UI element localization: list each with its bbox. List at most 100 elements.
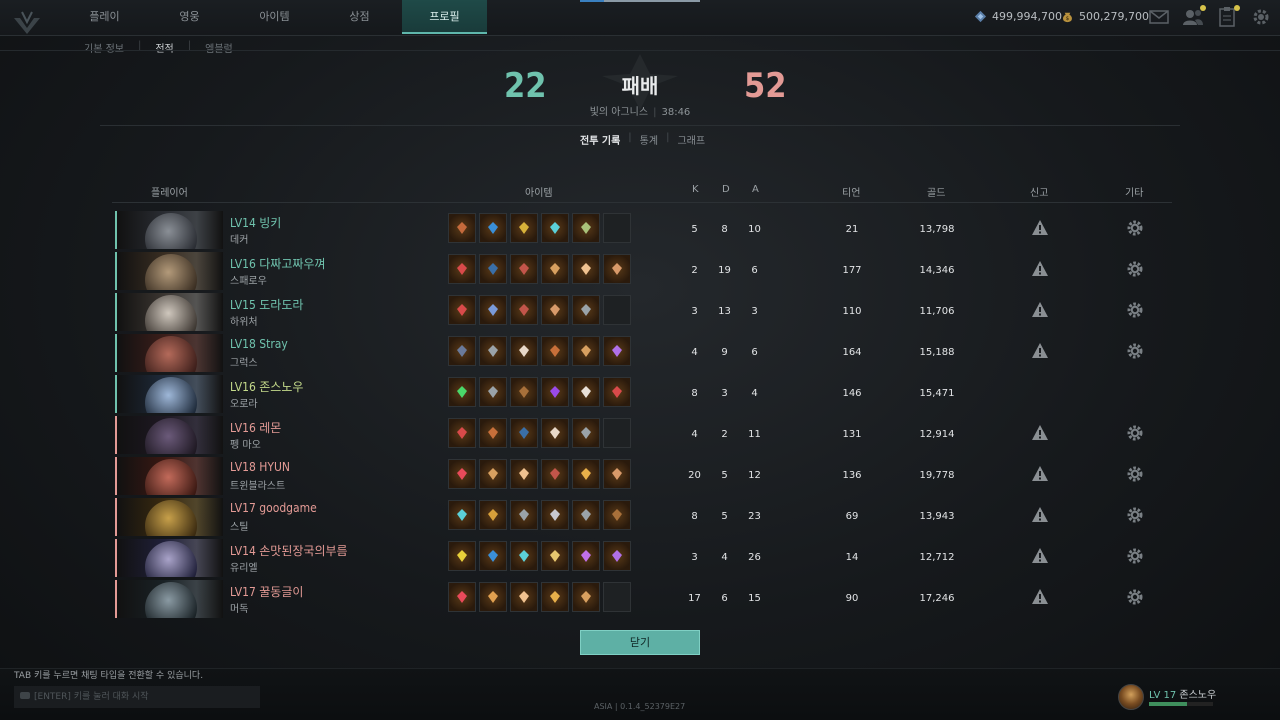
item-feather-icon[interactable] xyxy=(448,213,476,243)
item-egg-icon[interactable] xyxy=(510,459,538,489)
item-blade-icon[interactable] xyxy=(510,541,538,571)
item-wolf-icon[interactable] xyxy=(541,500,569,530)
item-potion-icon[interactable] xyxy=(541,582,569,612)
item-armor-icon[interactable] xyxy=(479,377,507,407)
gear-icon[interactable] xyxy=(1126,301,1144,319)
report-warning-icon[interactable] xyxy=(1031,506,1049,524)
gear-icon[interactable] xyxy=(1126,506,1144,524)
item-golem-icon[interactable] xyxy=(479,500,507,530)
item-claw-icon[interactable] xyxy=(572,213,600,243)
item-crystal-icon[interactable] xyxy=(603,336,631,366)
table-row: LV15 도라도라 하위처 3 13 3 110 11,706 xyxy=(115,293,1175,331)
game-logo-icon[interactable] xyxy=(12,8,42,38)
tab-stats[interactable]: 통계 xyxy=(640,132,658,147)
chat-input[interactable]: [ENTER] 키를 눌러 대화 시작 xyxy=(14,686,260,708)
item-bow-icon[interactable] xyxy=(541,336,569,366)
report-warning-icon[interactable] xyxy=(1031,547,1049,565)
item-ruby-icon[interactable] xyxy=(448,459,476,489)
item-claws-icon[interactable] xyxy=(572,377,600,407)
report-warning-icon[interactable] xyxy=(1031,301,1049,319)
item-staff-icon[interactable] xyxy=(479,582,507,612)
item-idol-icon[interactable] xyxy=(603,500,631,530)
item-orb-icon[interactable] xyxy=(541,377,569,407)
item-ring-icon[interactable] xyxy=(479,213,507,243)
item-spear-icon[interactable] xyxy=(479,254,507,284)
item-shard-icon[interactable] xyxy=(448,254,476,284)
gear-icon[interactable] xyxy=(1126,424,1144,442)
gear-icon[interactable] xyxy=(1126,588,1144,606)
item-arc-icon[interactable] xyxy=(603,377,631,407)
item-scroll-icon[interactable] xyxy=(541,541,569,571)
item-cube-icon[interactable] xyxy=(448,336,476,366)
quests-icon[interactable] xyxy=(1216,5,1240,28)
item-blade-icon[interactable] xyxy=(448,500,476,530)
item-mask-icon[interactable] xyxy=(541,459,569,489)
gear-icon[interactable] xyxy=(1126,465,1144,483)
report-warning-icon[interactable] xyxy=(1031,465,1049,483)
report-warning-icon[interactable] xyxy=(1031,588,1049,606)
mail-icon[interactable] xyxy=(1148,6,1170,28)
tab-heroes[interactable]: 영웅 xyxy=(147,0,232,34)
item-topaz-icon[interactable] xyxy=(448,541,476,571)
item-egg-icon[interactable] xyxy=(572,254,600,284)
item-armor-icon[interactable] xyxy=(572,295,600,325)
item-knife-icon[interactable] xyxy=(603,254,631,284)
item-spear-icon[interactable] xyxy=(510,418,538,448)
deaths-value: 5 xyxy=(721,470,728,481)
item-mask-icon[interactable] xyxy=(510,254,538,284)
friends-icon[interactable] xyxy=(1182,5,1206,28)
item-idol-icon[interactable] xyxy=(510,377,538,407)
current-user-name: 존스노우 xyxy=(1179,690,1217,701)
item-wing-icon[interactable] xyxy=(510,336,538,366)
item-armor-icon[interactable] xyxy=(479,336,507,366)
item-eye-icon[interactable] xyxy=(479,295,507,325)
report-warning-icon[interactable] xyxy=(1031,219,1049,237)
main-nav-tabs: 플레이 영웅 아이템 상점 프로필 xyxy=(62,0,487,34)
item-ruby-icon[interactable] xyxy=(448,582,476,612)
item-shard-icon[interactable] xyxy=(448,418,476,448)
item-blade-icon[interactable] xyxy=(541,213,569,243)
tab-store[interactable]: 상점 xyxy=(317,0,402,34)
gear-icon[interactable] xyxy=(1126,260,1144,278)
item-crystal-icon[interactable] xyxy=(603,541,631,571)
subnav-basic-info[interactable]: 기본 정보 xyxy=(84,40,124,55)
item-gem-icon[interactable] xyxy=(448,377,476,407)
item-armor-icon[interactable] xyxy=(510,500,538,530)
item-armor-icon[interactable] xyxy=(572,500,600,530)
item-shard-icon[interactable] xyxy=(448,295,476,325)
assists-value: 23 xyxy=(748,511,761,522)
settings-gear-icon[interactable] xyxy=(1250,6,1272,28)
report-warning-icon[interactable] xyxy=(1031,342,1049,360)
item-bow-icon[interactable] xyxy=(479,418,507,448)
tab-profile[interactable]: 프로필 xyxy=(402,0,487,34)
gear-icon[interactable] xyxy=(1126,219,1144,237)
table-row: LV18 Stray 그럭스 4 9 6 164 15,188 xyxy=(115,334,1175,372)
gear-icon[interactable] xyxy=(1126,547,1144,565)
item-gold-icon[interactable] xyxy=(510,213,538,243)
subnav-match-history[interactable]: 전적 xyxy=(155,40,173,55)
tab-graph[interactable]: 그래프 xyxy=(677,132,705,147)
item-armor-icon[interactable] xyxy=(572,418,600,448)
item-sword-icon[interactable] xyxy=(572,336,600,366)
report-warning-icon[interactable] xyxy=(1031,260,1049,278)
tab-items[interactable]: 아이템 xyxy=(232,0,317,34)
gear-icon[interactable] xyxy=(1126,342,1144,360)
item-potion-icon[interactable] xyxy=(572,459,600,489)
item-wing-icon[interactable] xyxy=(541,418,569,448)
result-view-tabs: 전투 기록 | 통계 | 그래프 xyxy=(580,132,713,147)
item-mask-icon[interactable] xyxy=(510,295,538,325)
item-ring-icon[interactable] xyxy=(479,541,507,571)
item-sword-icon[interactable] xyxy=(541,254,569,284)
report-warning-icon[interactable] xyxy=(1031,424,1049,442)
item-egg-icon[interactable] xyxy=(510,582,538,612)
item-knife-icon[interactable] xyxy=(541,295,569,325)
tab-play[interactable]: 플레이 xyxy=(62,0,147,34)
item-sword-icon[interactable] xyxy=(479,459,507,489)
item-knife-icon[interactable] xyxy=(603,459,631,489)
item-sword-icon[interactable] xyxy=(572,582,600,612)
assists-value: 10 xyxy=(748,224,761,235)
subnav-emblem[interactable]: 엠블럼 xyxy=(205,40,233,55)
item-vial-icon[interactable] xyxy=(572,541,600,571)
tab-combat-log[interactable]: 전투 기록 xyxy=(580,132,620,147)
close-button[interactable]: 닫기 xyxy=(580,630,700,655)
